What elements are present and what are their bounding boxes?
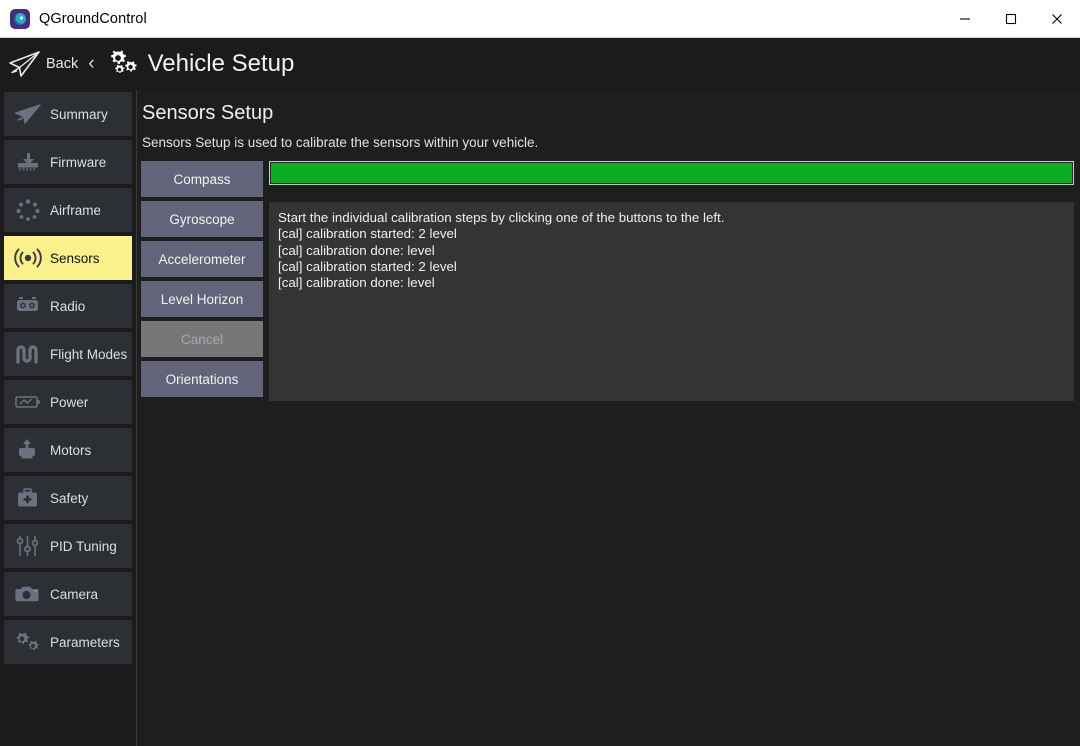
rc-transmitter-icon [10, 292, 46, 320]
sidebar-item-firmware[interactable]: Firmware [4, 140, 132, 184]
close-button[interactable] [1034, 0, 1080, 38]
paper-plane-icon [9, 51, 40, 77]
sidebar-item-label: PID Tuning [50, 538, 117, 554]
sidebar-item-label: Firmware [50, 154, 107, 170]
log-line: [cal] calibration done: level [278, 275, 435, 291]
log-line: [cal] calibration done: level [278, 242, 435, 258]
calibration-progress-bar [269, 161, 1074, 185]
qgroundcontrol-logo-icon [10, 8, 30, 29]
maximize-button[interactable] [988, 0, 1034, 38]
compass-calibration-button[interactable]: Compass [141, 161, 263, 197]
sliders-icon [10, 532, 46, 560]
sidebar-item-label: Airframe [50, 202, 102, 218]
calibration-progress-fill [271, 163, 1072, 183]
sidebar-item-radio[interactable]: Radio [4, 284, 132, 328]
sensor-waves-icon [10, 244, 46, 272]
sensors-setup-title: Sensors Setup [142, 102, 274, 124]
camera-icon [10, 580, 46, 608]
minimize-button[interactable] [942, 0, 988, 38]
sidebar-item-flight-modes[interactable]: Flight Modes [4, 332, 132, 376]
log-line: [cal] calibration started: 2 level [278, 226, 457, 242]
cancel-button: Cancel [141, 321, 263, 357]
gears-icon [10, 628, 46, 656]
page-title: Vehicle Setup [147, 50, 295, 77]
window-title-bar: QGroundControl [0, 0, 1080, 38]
motor-icon [10, 436, 46, 464]
sidebar-item-label: Motors [50, 442, 92, 458]
orientations-button[interactable]: Orientations [141, 361, 263, 397]
sidebar-item-label: Summary [50, 106, 108, 122]
sidebar-item-power[interactable]: Power [4, 380, 132, 424]
airframe-dots-icon [10, 196, 46, 224]
log-line: Start the individual calibration steps b… [278, 210, 725, 225]
sidebar-item-label: Sensors [50, 250, 100, 266]
sensors-content-row: Compass Gyroscope Accelerometer Level Ho… [141, 161, 1074, 401]
download-chip-icon [10, 148, 46, 176]
vehicle-setup-header: Back ‹ Vehicle Setup [0, 38, 1080, 90]
level-horizon-calibration-button[interactable]: Level Horizon [141, 281, 263, 317]
sidebar-item-airframe[interactable]: Airframe [4, 188, 132, 232]
sidebar-item-label: Safety [50, 490, 89, 506]
sidebar-item-camera[interactable]: Camera [4, 572, 132, 616]
sidebar-item-label: Flight Modes [50, 346, 128, 362]
setup-sidebar: Summary Firmware Airframe Sensors Radio … [0, 90, 137, 746]
window-title: QGroundControl [39, 10, 147, 27]
battery-icon [10, 388, 46, 416]
back-button-label[interactable]: Back [46, 56, 78, 72]
first-aid-kit-icon [10, 484, 46, 512]
accelerometer-calibration-button[interactable]: Accelerometer [141, 241, 263, 277]
sidebar-item-pid-tuning[interactable]: PID Tuning [4, 524, 132, 568]
waveform-icon [10, 340, 46, 368]
main-body: Summary Firmware Airframe Sensors Radio … [0, 90, 1080, 746]
calibration-button-column: Compass Gyroscope Accelerometer Level Ho… [141, 161, 265, 401]
sidebar-item-safety[interactable]: Safety [4, 476, 132, 520]
calibration-status-column: Start the individual calibration steps b… [269, 161, 1074, 401]
log-line: [cal] calibration started: 2 level [278, 258, 457, 274]
gears-icon [110, 50, 137, 74]
gyroscope-calibration-button[interactable]: Gyroscope [141, 201, 263, 237]
sensors-setup-description: Sensors Setup is used to calibrate the s… [142, 135, 539, 150]
sidebar-item-summary[interactable]: Summary [4, 92, 132, 136]
window-controls [942, 0, 1080, 38]
sidebar-item-parameters[interactable]: Parameters [4, 620, 132, 664]
sidebar-item-label: Power [50, 394, 89, 410]
sidebar-item-motors[interactable]: Motors [4, 428, 132, 472]
sidebar-item-label: Radio [50, 298, 86, 314]
back-chevron-icon[interactable]: ‹ [88, 53, 94, 75]
sidebar-item-label: Camera [50, 586, 99, 602]
sidebar-item-sensors[interactable]: Sensors [4, 236, 132, 280]
paper-plane-icon [10, 100, 46, 128]
calibration-log-panel[interactable]: Start the individual calibration steps b… [269, 202, 1074, 401]
sidebar-item-label: Parameters [50, 634, 120, 650]
sensors-setup-pane: Sensors Setup Sensors Setup is used to c… [137, 90, 1080, 746]
